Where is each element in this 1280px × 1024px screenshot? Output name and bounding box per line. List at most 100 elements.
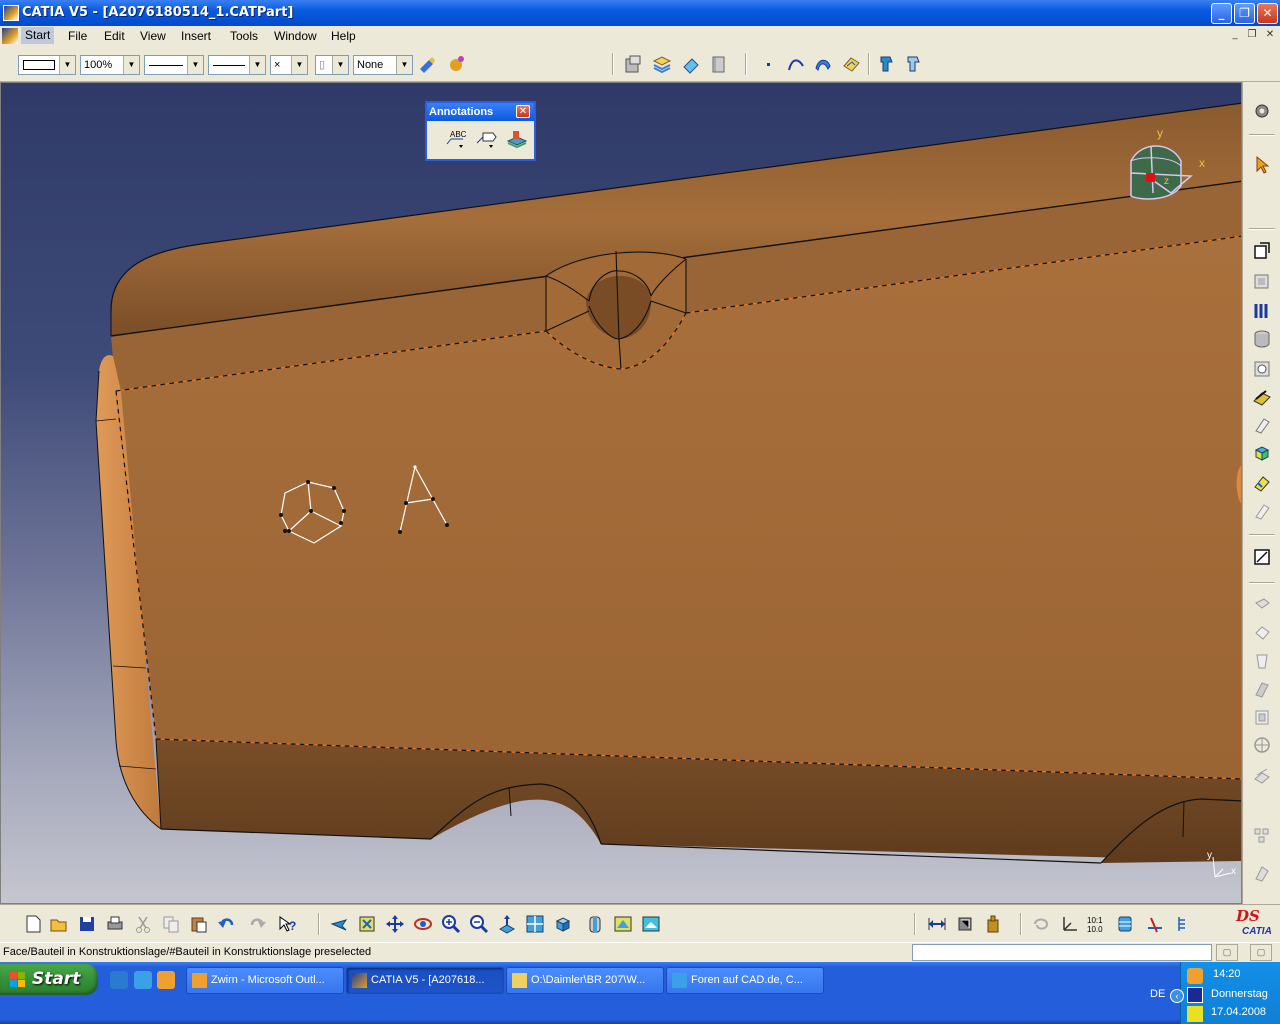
update-icon[interactable]: [1030, 913, 1052, 935]
restore-button[interactable]: ❐: [1234, 3, 1255, 24]
task-browser[interactable]: Foren auf CAD.de, C...: [666, 967, 824, 994]
pad-icon[interactable]: [1251, 270, 1273, 292]
language-indicator[interactable]: DE: [1150, 988, 1165, 1000]
multi-sections-icon[interactable]: [1251, 300, 1273, 322]
menu-tools[interactable]: Tools: [230, 29, 258, 43]
print-icon[interactable]: [104, 913, 126, 935]
menu-edit[interactable]: Edit: [104, 29, 125, 43]
fill-color-combo[interactable]: ▼: [18, 55, 76, 75]
menu-start[interactable]: Start: [21, 27, 55, 44]
redo-icon[interactable]: [246, 913, 268, 935]
doc-restore-button[interactable]: ❐: [1245, 29, 1259, 41]
close-button[interactable]: ✕: [1257, 3, 1278, 24]
scale-ratio-icon[interactable]: 10:1 10.0: [1086, 913, 1108, 935]
catia-app-icon[interactable]: [3, 5, 19, 21]
spec-tree-icon[interactable]: [1172, 913, 1194, 935]
3d-annotation-query-icon[interactable]: [505, 127, 527, 149]
stop-command-icon[interactable]: ▢: [1216, 944, 1238, 961]
measure-between-icon[interactable]: [926, 913, 948, 935]
3d-viewport[interactable]: y x z y x: [0, 82, 1242, 904]
slot-icon[interactable]: [1251, 414, 1273, 436]
point-icon[interactable]: [757, 53, 779, 75]
eraser-icon[interactable]: [680, 53, 702, 75]
menu-help[interactable]: Help: [331, 29, 356, 43]
analysis-tools-icon[interactable]: [1144, 913, 1166, 935]
rib-icon[interactable]: [1251, 386, 1273, 408]
shading-icon[interactable]: [584, 913, 606, 935]
normal-view-icon[interactable]: [496, 913, 518, 935]
doc-close-button[interactable]: ✕: [1263, 29, 1277, 41]
spline-icon[interactable]: [785, 53, 807, 75]
chamfer-icon[interactable]: [1251, 622, 1273, 644]
minimize-button[interactable]: _: [1211, 3, 1232, 24]
measure-item-icon[interactable]: [954, 913, 976, 935]
tray-vnc-icon[interactable]: [1187, 1006, 1203, 1022]
layer-combo[interactable]: None ▼: [353, 55, 413, 75]
new-document-icon[interactable]: [22, 913, 44, 935]
zoom-out-icon[interactable]: [468, 913, 490, 935]
rotate-icon[interactable]: [412, 913, 434, 935]
fly-mode-icon[interactable]: [328, 913, 350, 935]
cut-icon[interactable]: [132, 913, 154, 935]
undo-icon[interactable]: [216, 913, 238, 935]
annotations-toolbar[interactable]: Annotations ✕ ABC: [425, 101, 536, 161]
fit-all-in-icon[interactable]: [356, 913, 378, 935]
menu-window[interactable]: Window: [274, 29, 317, 43]
document-icon[interactable]: [2, 28, 18, 44]
menu-file[interactable]: File: [68, 29, 87, 43]
line-type-combo[interactable]: ▼: [208, 55, 266, 75]
sketch-analysis-icon[interactable]: [622, 53, 644, 75]
layers-icon[interactable]: [651, 53, 673, 75]
paste-icon[interactable]: [188, 913, 210, 935]
chevron-left-icon[interactable]: ‹: [1170, 989, 1184, 1003]
thread-icon[interactable]: [1251, 734, 1273, 756]
scaling-icon[interactable]: [1251, 862, 1273, 884]
transparency-combo[interactable]: 100% ▼: [80, 55, 140, 75]
tray-outlook-icon[interactable]: [1187, 968, 1203, 984]
outlook-quicklaunch-icon[interactable]: [157, 971, 175, 989]
rendering-style-combo[interactable]: ▯ ▼: [315, 55, 349, 75]
internet-explorer-icon[interactable]: [134, 971, 152, 989]
part-body-icon[interactable]: [1114, 913, 1136, 935]
undo-command-icon[interactable]: ▢: [1250, 944, 1272, 961]
open-folder-icon[interactable]: [48, 913, 70, 935]
task-catia[interactable]: CATIA V5 - [A207618...: [346, 967, 504, 994]
mirror-icon[interactable]: [1251, 764, 1273, 786]
tray-media-icon[interactable]: [1187, 987, 1203, 1003]
text-with-leader-icon[interactable]: ABC: [445, 127, 467, 149]
solid-combine-icon[interactable]: [1251, 442, 1273, 464]
copy-icon[interactable]: [160, 913, 182, 935]
settings-gear-icon[interactable]: [1251, 100, 1273, 122]
sketcher-icon[interactable]: [1251, 240, 1273, 262]
axis-system-icon[interactable]: [1058, 913, 1080, 935]
draft-icon[interactable]: [1251, 650, 1273, 672]
painter-icon[interactable]: [416, 53, 438, 75]
close-icon[interactable]: ✕: [516, 105, 530, 118]
thickness-icon[interactable]: [1251, 706, 1273, 728]
measure-inertia-icon[interactable]: [982, 913, 1004, 935]
copy-transform-icon[interactable]: [903, 53, 925, 75]
apply-material-icon[interactable]: [446, 52, 468, 74]
task-explorer-folder[interactable]: O:\Daimler\BR 207\W...: [506, 967, 664, 994]
whats-this-help-icon[interactable]: ?: [276, 913, 298, 935]
zoom-in-icon[interactable]: [440, 913, 462, 935]
point-symbol-combo[interactable]: × ▼: [270, 55, 308, 75]
shaft-icon[interactable]: [1251, 328, 1273, 350]
iso-view-icon[interactable]: [552, 913, 574, 935]
transform-icon[interactable]: [876, 53, 898, 75]
edge-fillet-icon[interactable]: [1251, 594, 1273, 616]
swap-visible-space-icon[interactable]: [640, 913, 662, 935]
doc-minimize-button[interactable]: _: [1228, 29, 1242, 41]
flag-note-icon[interactable]: [475, 127, 497, 149]
fill-surface-icon[interactable]: [840, 53, 862, 75]
select-arrow-icon[interactable]: [1251, 154, 1273, 176]
draft-analysis-icon[interactable]: [1251, 472, 1273, 494]
hole-icon[interactable]: [1251, 358, 1273, 380]
pan-icon[interactable]: [384, 913, 406, 935]
menu-view[interactable]: View: [140, 29, 166, 43]
book-icon[interactable]: [708, 53, 730, 75]
hide-show-icon[interactable]: [612, 913, 634, 935]
shell-icon[interactable]: [1251, 678, 1273, 700]
pattern-icon[interactable]: [1251, 824, 1273, 846]
power-input-field[interactable]: [912, 944, 1212, 961]
